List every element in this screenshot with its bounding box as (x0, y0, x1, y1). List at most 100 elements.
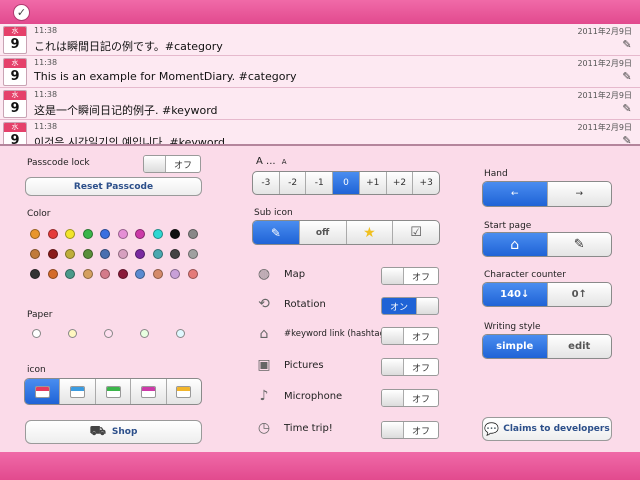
clock-icon: ◷ (257, 420, 271, 436)
edit-icon[interactable]: ✎ (620, 134, 634, 144)
subicon-off-option[interactable]: off (300, 221, 347, 244)
option-toggle[interactable]: オフ (381, 327, 439, 345)
color-swatch[interactable] (100, 229, 110, 239)
color-swatch[interactable] (82, 269, 93, 279)
toggle-knob (382, 422, 404, 438)
font-size-option[interactable]: -1 (306, 172, 334, 194)
writing-style-selector[interactable]: simple edit (482, 334, 612, 359)
paper-swatch[interactable] (68, 329, 77, 338)
claims-button[interactable]: 💬 Claims to developers (482, 417, 612, 441)
color-swatch[interactable] (30, 229, 40, 239)
color-swatch[interactable] (152, 269, 163, 279)
font-size-option[interactable]: 0 (333, 172, 360, 194)
color-swatch[interactable] (47, 249, 58, 259)
color-swatch[interactable] (170, 249, 180, 259)
subicon-star-option[interactable]: ★ (347, 221, 394, 244)
toggle-state: オフ (411, 332, 430, 343)
list-item[interactable]: 水 9 11:38 これは瞬間日記の例です。#category 2011年2月9… (0, 24, 640, 56)
edit-icon[interactable]: ✎ (620, 102, 634, 115)
icon-color-option[interactable] (96, 379, 132, 404)
color-swatch[interactable] (187, 249, 198, 259)
color-swatch[interactable] (82, 229, 93, 239)
checkmark-icon[interactable]: ✓ (13, 4, 30, 21)
day-of-week: 水 (4, 27, 26, 36)
writing-edit-option[interactable]: edit (548, 335, 612, 358)
color-swatch[interactable] (187, 229, 198, 239)
color-swatch[interactable] (30, 249, 40, 259)
list-item[interactable]: 水 9 11:38 이것은 시간일기의 예입니다. #keyword 2011年… (0, 120, 640, 144)
paper-swatch[interactable] (176, 329, 185, 338)
font-size-option[interactable]: -2 (280, 172, 307, 194)
list-item[interactable]: 水 9 11:38 This is an example for MomentD… (0, 56, 640, 88)
hand-selector[interactable]: ← → (482, 181, 612, 207)
start-edit-option[interactable]: ✎ (548, 233, 612, 256)
color-swatch[interactable] (65, 249, 75, 259)
cart-icon: ⛟ (89, 423, 106, 439)
toggle-state: オフ (411, 426, 430, 437)
option-toggle[interactable]: オン (381, 297, 439, 315)
diary-entry-list[interactable]: 水 9 11:38 これは瞬間日記の例です。#category 2011年2月9… (0, 24, 640, 146)
icon-color-option[interactable] (25, 379, 61, 404)
start-page-selector[interactable]: ⌂ ✎ (482, 232, 612, 257)
font-size-option[interactable]: +3 (413, 172, 439, 194)
icon-color-selector[interactable] (24, 378, 202, 405)
toggle-state: オフ (411, 394, 430, 405)
passcode-lock-toggle[interactable]: オフ (143, 155, 201, 173)
writing-style-label: Writing style (484, 322, 541, 332)
hand-left-option[interactable]: ← (483, 182, 548, 206)
color-swatch[interactable] (100, 269, 110, 279)
icon-color-option[interactable] (167, 379, 201, 404)
color-swatch[interactable] (170, 229, 180, 239)
shop-button[interactable]: ⛟ Shop (25, 420, 202, 444)
list-item[interactable]: 水 9 11:38 这是一个瞬间日记的例子. #keyword 2011年2月9… (0, 88, 640, 120)
color-swatch[interactable] (82, 249, 93, 259)
option-toggle[interactable]: オフ (381, 421, 439, 439)
color-swatch[interactable] (30, 269, 40, 279)
color-swatch[interactable] (47, 229, 58, 239)
hand-right-option[interactable]: → (548, 182, 612, 206)
sub-icon-selector[interactable]: ✎ off ★ ☑ (252, 220, 440, 245)
color-swatch[interactable] (65, 269, 75, 279)
font-size-option[interactable]: +2 (387, 172, 414, 194)
color-swatch[interactable] (152, 229, 163, 239)
color-swatch[interactable] (100, 249, 110, 259)
subicon-check-option[interactable]: ☑ (393, 221, 439, 244)
shop-label: Shop (111, 427, 138, 437)
option-toggle[interactable]: オフ (381, 358, 439, 376)
color-swatch[interactable] (170, 269, 180, 279)
color-swatch[interactable] (135, 229, 145, 239)
font-size-selector[interactable]: -3 -2 -1 0 +1 +2 +3 (252, 171, 440, 195)
day-number: 9 (10, 101, 20, 116)
entry-time: 11:38 (34, 90, 58, 99)
option-toggle[interactable]: オフ (381, 389, 439, 407)
paper-swatch[interactable] (32, 329, 41, 338)
option-toggle[interactable]: オフ (381, 267, 439, 285)
color-swatch[interactable] (135, 249, 145, 259)
color-swatch[interactable] (135, 269, 145, 279)
color-swatch[interactable] (117, 229, 128, 239)
color-swatch[interactable] (117, 269, 128, 279)
subicon-off-label: off (315, 227, 330, 238)
font-size-option[interactable]: -3 (253, 172, 280, 194)
counter-down-option[interactable]: 140↓ (483, 283, 548, 306)
edit-icon[interactable]: ✎ (620, 70, 634, 83)
font-size-option[interactable]: +1 (360, 172, 387, 194)
color-swatch[interactable] (65, 229, 75, 239)
color-swatch[interactable] (47, 269, 58, 279)
notebook-icon (70, 385, 86, 398)
start-home-option[interactable]: ⌂ (483, 233, 548, 256)
paper-swatch[interactable] (104, 329, 113, 338)
paper-swatch[interactable] (140, 329, 149, 338)
subicon-edit-option[interactable]: ✎ (253, 221, 300, 244)
edit-icon[interactable]: ✎ (620, 38, 634, 51)
icon-color-option[interactable] (131, 379, 167, 404)
color-swatch[interactable] (117, 249, 128, 259)
character-counter-selector[interactable]: 140↓ 0↑ (482, 282, 612, 307)
sub-icon-label: Sub icon (254, 208, 293, 218)
color-swatch[interactable] (152, 249, 163, 259)
reset-passcode-button[interactable]: Reset Passcode (25, 177, 202, 196)
icon-color-option[interactable] (60, 379, 96, 404)
writing-simple-option[interactable]: simple (483, 335, 548, 358)
color-swatch[interactable] (187, 269, 198, 279)
counter-up-option[interactable]: 0↑ (548, 283, 612, 306)
